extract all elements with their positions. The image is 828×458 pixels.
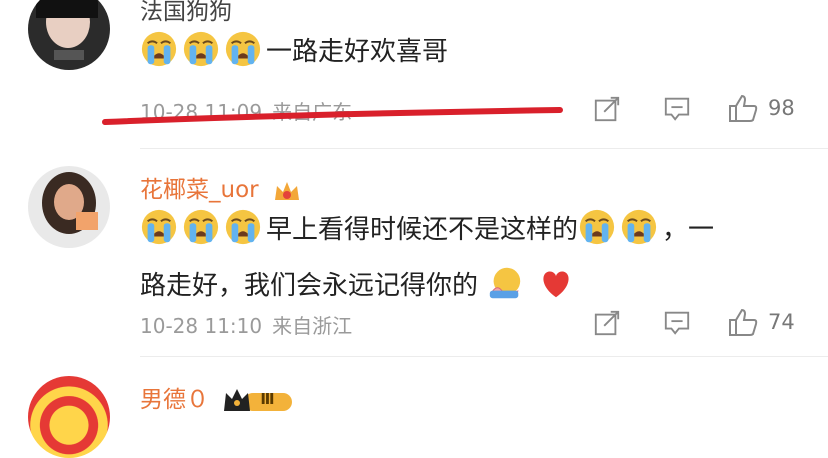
comment-date: 10-28 11:10 bbox=[140, 314, 263, 338]
reply-button[interactable] bbox=[662, 308, 692, 338]
crying-face-icon bbox=[620, 208, 658, 246]
comment-text-line1: 早上看得时候还不是这样的 bbox=[266, 215, 579, 245]
comment-icon bbox=[663, 309, 691, 337]
comment-text: 一路走好欢喜哥 bbox=[140, 24, 800, 80]
crying-face-icon bbox=[140, 30, 178, 68]
avatar-caption bbox=[54, 50, 84, 60]
comment-item: 法国狗狗 一路走好欢喜哥 10-28 11:09 来自广东 98 bbox=[0, 0, 828, 158]
comment-item: 男德０ Ⅲ bbox=[0, 358, 828, 458]
comment-item: 花椰菜_uor 早上看得时候还不是这样的 ，一路走好，我们会永远记得你的 10-2… bbox=[0, 158, 828, 358]
share-icon bbox=[593, 95, 621, 123]
comment-meta: 10-28 11:10 来自浙江 bbox=[140, 310, 362, 339]
comment-text-body: 一路走好欢喜哥 bbox=[266, 37, 449, 67]
crying-face-icon bbox=[140, 208, 178, 246]
comment-text-line2: 路走好，我们会永远记得你的 bbox=[140, 271, 479, 301]
red-heart-icon bbox=[542, 271, 569, 298]
username-text: 男德０ bbox=[140, 387, 209, 413]
avatar[interactable] bbox=[28, 0, 110, 70]
reply-button[interactable] bbox=[662, 94, 692, 124]
comment-icon bbox=[663, 95, 691, 123]
crying-face-icon bbox=[578, 208, 616, 246]
crying-face-icon bbox=[182, 208, 220, 246]
avatar[interactable] bbox=[28, 166, 110, 248]
badge-level: Ⅲ bbox=[260, 389, 275, 408]
crying-face-icon bbox=[182, 30, 220, 68]
avatar-hair bbox=[36, 0, 98, 18]
comment-text: 早上看得时候还不是这样的 ，一路走好，我们会永远记得你的 bbox=[140, 202, 800, 314]
username[interactable]: 花椰菜_uor bbox=[140, 170, 302, 204]
hug-face-icon bbox=[490, 267, 521, 299]
avatar-laptop bbox=[76, 212, 98, 230]
comment-divider bbox=[140, 148, 828, 149]
username[interactable]: 男德０ Ⅲ bbox=[140, 380, 296, 415]
thumbs-up-icon bbox=[727, 306, 759, 338]
crying-face-icon bbox=[224, 30, 262, 68]
thumbs-up-icon bbox=[727, 92, 759, 124]
like-count: 98 bbox=[768, 96, 795, 120]
crown-badge-icon bbox=[224, 388, 293, 411]
comment-text-line1-tail: ，一 bbox=[662, 215, 715, 245]
avatar[interactable] bbox=[28, 376, 110, 458]
username-text: 花椰菜_uor bbox=[140, 177, 259, 203]
crown-badge-icon bbox=[274, 181, 299, 200]
like-count: 74 bbox=[768, 310, 795, 334]
share-button[interactable] bbox=[592, 94, 622, 124]
share-button[interactable] bbox=[592, 308, 622, 338]
like-button[interactable] bbox=[726, 306, 760, 338]
username[interactable]: 法国狗狗 bbox=[140, 0, 232, 26]
comment-location: 来自浙江 bbox=[272, 314, 353, 338]
crying-face-icon bbox=[224, 208, 262, 246]
member-badge: Ⅲ bbox=[222, 387, 296, 415]
share-icon bbox=[593, 309, 621, 337]
like-button[interactable] bbox=[726, 92, 760, 124]
comment-divider bbox=[140, 356, 828, 357]
annotation-underline bbox=[102, 107, 563, 125]
